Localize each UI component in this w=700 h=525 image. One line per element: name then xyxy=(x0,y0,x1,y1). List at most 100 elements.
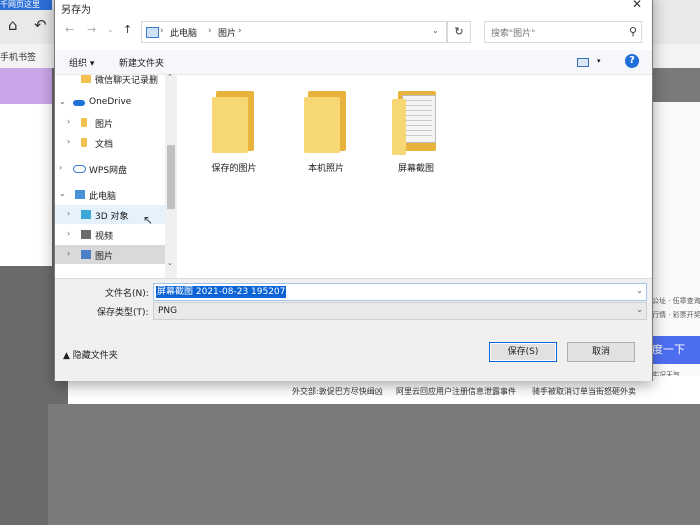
folder-item[interactable]: 屏幕截图 xyxy=(381,89,451,174)
tree-item-label: 视频 xyxy=(95,232,114,242)
picture-icon xyxy=(81,250,91,259)
page-overlay-bottom xyxy=(48,404,700,525)
save-options-pane: 文件名(N): 屏幕截图 2021-08-23 195207 ⌄ 保存类型(T)… xyxy=(55,278,652,381)
folder-label: 本机照片 xyxy=(307,164,344,174)
breadcrumb-separator: › xyxy=(160,26,164,36)
tree-item-wps[interactable]: › WPS网盘 xyxy=(55,159,165,178)
view-dropdown-icon[interactable]: ▾ xyxy=(597,57,601,65)
folder-icon xyxy=(81,138,87,147)
chevron-right-icon[interactable]: › xyxy=(67,229,70,238)
folder-icon xyxy=(81,75,91,83)
tree-item-wechat[interactable]: 微信聊天记录删 xyxy=(55,75,165,88)
browser-tab[interactable]: 千网页这里 xyxy=(0,0,52,10)
computer-icon xyxy=(75,190,85,199)
cube-icon xyxy=(81,210,91,219)
search-box[interactable]: 搜索"图片" ⚲ xyxy=(484,21,642,43)
tree-scrollbar[interactable]: ⌃ ⌄ xyxy=(165,73,177,278)
filename-input[interactable]: 屏幕截图 2021-08-23 195207 xyxy=(156,286,287,298)
new-folder-button[interactable]: 新建文件夹 xyxy=(119,56,164,69)
refresh-icon[interactable]: ↻ xyxy=(447,21,471,43)
forward-arrow-icon[interactable]: → xyxy=(87,23,96,36)
tree-item-onedrive-documents[interactable]: › 文档 xyxy=(55,133,165,152)
page-left-panel xyxy=(0,104,52,266)
scroll-down-icon[interactable]: ⌄ xyxy=(167,259,173,267)
tree-item-label: 此电脑 xyxy=(89,192,117,202)
chevron-right-icon[interactable]: › xyxy=(67,117,70,126)
toolbar: 组织 ▾ 新建文件夹 ▾ ? xyxy=(55,50,652,75)
chevron-down-icon[interactable]: ⌄ xyxy=(59,97,66,106)
filename-label: 文件名(N): xyxy=(105,289,149,299)
cloud-icon xyxy=(73,165,86,173)
chevron-down-icon[interactable]: ⌄ xyxy=(59,189,66,198)
save-as-dialog: 另存为 ✕ ← → ⌄ ↑ › 此电脑 › 图片 › ⌄ ↻ 搜索"图片" ⚲ … xyxy=(54,0,653,381)
bookmark-item[interactable]: 手机书签 xyxy=(0,50,36,63)
tree-item-label: 3D 对象 xyxy=(95,212,129,222)
tree-item-this-pc[interactable]: ⌄ 此电脑 xyxy=(55,185,165,204)
news-item[interactable]: 外交部:敦促巴方尽快缉凶 xyxy=(292,386,383,397)
organize-menu[interactable]: 组织 ▾ xyxy=(69,56,94,69)
help-icon[interactable]: ? xyxy=(625,54,639,68)
chevron-right-icon[interactable]: › xyxy=(67,137,70,146)
right-snippet[interactable]: 公址 · 伍章查询 xyxy=(652,296,700,306)
filetype-select[interactable]: PNG ⌄ xyxy=(153,302,647,320)
folder-icon xyxy=(212,89,256,153)
save-button[interactable]: 保存(S) xyxy=(489,342,557,362)
page-overlay-left xyxy=(0,266,48,525)
tree-item-label: 图片 xyxy=(95,120,114,130)
page-banner xyxy=(0,68,52,104)
breadcrumb-item[interactable]: 此电脑 xyxy=(170,26,197,39)
tree-item-3d-objects[interactable]: › 3D 对象 ↖ xyxy=(55,205,165,227)
breadcrumb-item[interactable]: 图片 xyxy=(218,26,236,39)
chevron-down-icon[interactable]: ⌄ xyxy=(636,286,643,295)
up-arrow-icon[interactable]: ↑ xyxy=(123,23,132,36)
navigation-pane: 微信聊天记录删 ⌄ OneDrive › 图片 › 文档 › WPS网盘 ⌄ 此… xyxy=(55,75,165,278)
close-icon[interactable]: ✕ xyxy=(632,0,642,11)
tree-item-pictures[interactable]: › 图片 xyxy=(55,245,165,264)
page-right-banner xyxy=(650,68,700,102)
chevron-right-icon[interactable]: › xyxy=(67,209,70,218)
breadcrumb-separator: › xyxy=(238,26,242,36)
tree-item-label: 文档 xyxy=(95,140,114,150)
address-bar[interactable]: › 此电脑 › 图片 › ⌄ xyxy=(141,21,447,43)
undo-icon[interactable]: ↶ xyxy=(34,16,47,34)
news-item[interactable]: 骑手被取消订单当街怒砸外卖 xyxy=(532,386,636,397)
breadcrumb-separator: › xyxy=(208,26,212,36)
folder-item[interactable]: 本机照片 xyxy=(291,89,361,174)
right-snippet[interactable]: 行情 · 彩票开奖 xyxy=(652,310,700,320)
tree-item-onedrive[interactable]: ⌄ OneDrive xyxy=(55,93,165,112)
folder-icon xyxy=(81,118,87,127)
video-icon xyxy=(81,230,91,239)
folder-label: 屏幕截图 xyxy=(397,164,434,174)
hide-folders-toggle[interactable]: ▲ 隐藏文件夹 xyxy=(63,348,118,361)
filetype-value: PNG xyxy=(158,306,178,316)
tree-item-label: 图片 xyxy=(95,252,114,262)
search-input[interactable]: 搜索"图片" xyxy=(491,26,535,39)
chevron-down-icon[interactable]: ⌄ xyxy=(432,26,439,35)
recent-chevron-icon[interactable]: ⌄ xyxy=(107,25,114,34)
scroll-up-icon[interactable]: ⌃ xyxy=(167,73,173,81)
dialog-title: 另存为 xyxy=(61,5,91,16)
news-item[interactable]: 阿里云回应用户注册信息泄露事件 xyxy=(396,386,516,397)
tree-item-label: 微信聊天记录删 xyxy=(95,76,159,86)
back-arrow-icon[interactable]: ← xyxy=(65,23,74,36)
tree-item-onedrive-pictures[interactable]: › 图片 xyxy=(55,113,165,132)
cancel-button[interactable]: 取消 xyxy=(567,342,635,362)
search-icon[interactable]: ⚲ xyxy=(629,25,637,38)
view-options-icon[interactable] xyxy=(577,58,589,67)
folder-icon xyxy=(304,89,348,153)
chevron-right-icon[interactable]: › xyxy=(67,249,70,258)
filename-field[interactable]: 屏幕截图 2021-08-23 195207 ⌄ xyxy=(153,283,647,301)
tree-item-label: WPS网盘 xyxy=(89,166,128,176)
scrollbar-thumb[interactable] xyxy=(167,145,175,209)
folder-item[interactable]: 保存的图片 xyxy=(199,89,269,174)
cloud-icon xyxy=(73,100,85,106)
chevron-right-icon[interactable]: › xyxy=(59,163,62,172)
filetype-label: 保存类型(T): xyxy=(97,308,149,318)
tree-item-label: OneDrive xyxy=(89,97,132,107)
folder-label: 保存的图片 xyxy=(211,164,257,174)
home-icon[interactable]: ⌂ xyxy=(8,16,18,34)
pc-icon xyxy=(146,27,159,38)
tree-item-videos[interactable]: › 视频 xyxy=(55,225,165,244)
chevron-down-icon[interactable]: ⌄ xyxy=(636,305,643,314)
documents-folder-icon xyxy=(392,89,438,155)
